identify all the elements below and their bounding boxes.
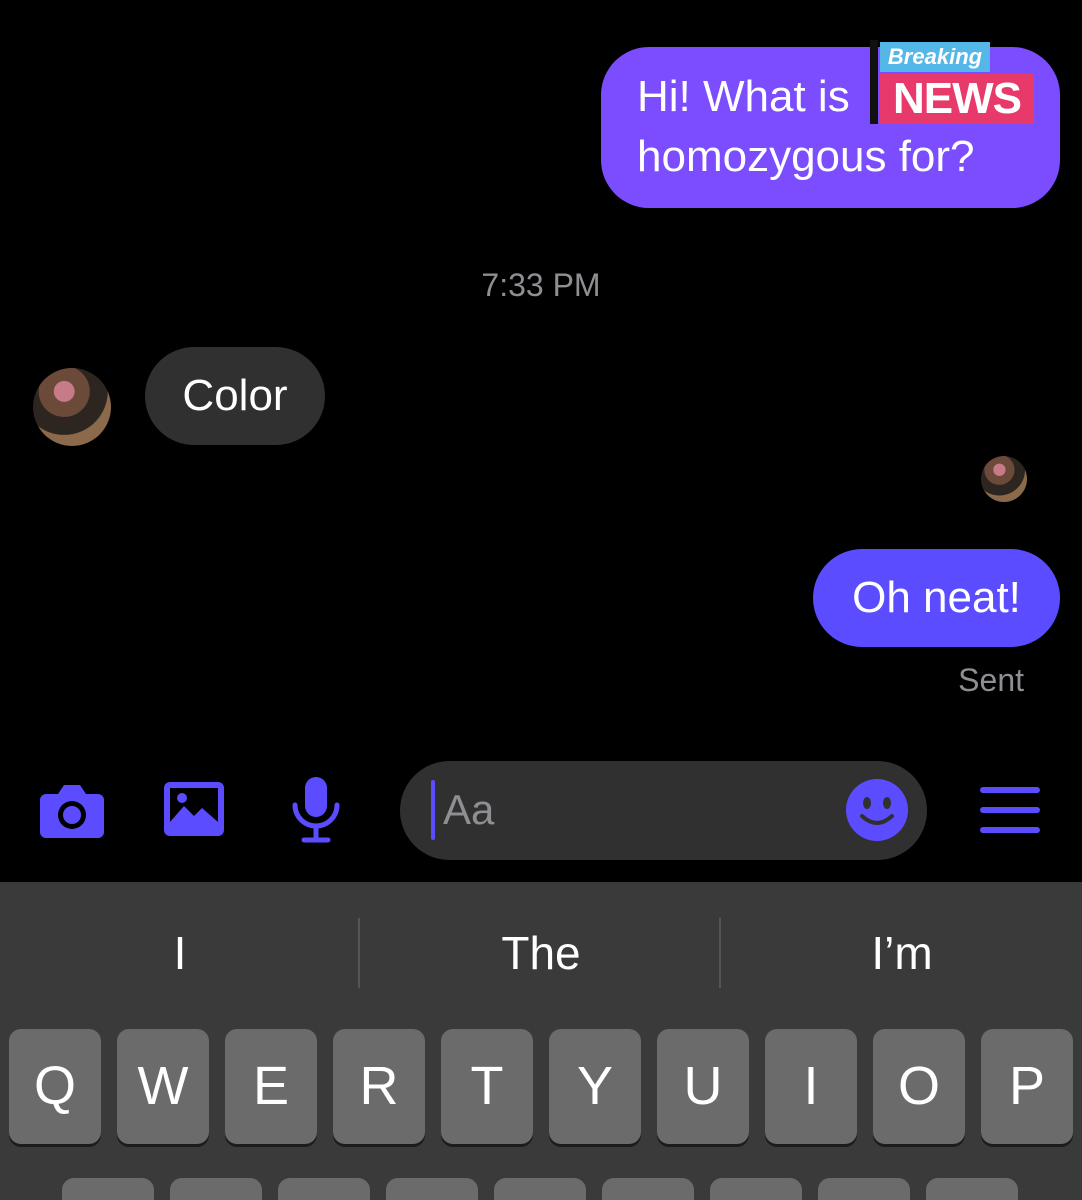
- suggestion-divider: [719, 918, 721, 988]
- seen-avatar: [981, 456, 1027, 502]
- key-p[interactable]: P: [981, 1029, 1073, 1144]
- message-timestamp: 7:33 PM: [481, 267, 601, 303]
- outgoing-message-bubble[interactable]: Oh neat!: [813, 549, 1060, 647]
- sticker-bar: [870, 40, 878, 124]
- message-status: Sent: [958, 662, 1024, 698]
- key-q[interactable]: Q: [9, 1029, 101, 1144]
- key-row-2[interactable]: [62, 1178, 154, 1200]
- emoji-icon[interactable]: [845, 778, 909, 842]
- key-row-2[interactable]: [926, 1178, 1018, 1200]
- microphone-icon[interactable]: [290, 775, 342, 845]
- key-row-2[interactable]: [710, 1178, 802, 1200]
- key-row-2[interactable]: [494, 1178, 586, 1200]
- incoming-message-bubble[interactable]: Color: [145, 347, 325, 445]
- key-i[interactable]: I: [765, 1029, 857, 1144]
- key-o[interactable]: O: [873, 1029, 965, 1144]
- key-e[interactable]: E: [225, 1029, 317, 1144]
- keyboard: I The I’m Q W E R T Y U I O P: [0, 882, 1082, 1200]
- key-w[interactable]: W: [117, 1029, 209, 1144]
- suggestion-item[interactable]: I: [0, 918, 360, 988]
- key-row-2[interactable]: [386, 1178, 478, 1200]
- contact-avatar[interactable]: [33, 368, 111, 446]
- message-input-placeholder: Aa: [443, 786, 495, 833]
- key-row-2[interactable]: [602, 1178, 694, 1200]
- key-u[interactable]: U: [657, 1029, 749, 1144]
- key-t[interactable]: T: [441, 1029, 533, 1144]
- photo-icon[interactable]: [162, 780, 226, 838]
- key-r[interactable]: R: [333, 1029, 425, 1144]
- key-row-2[interactable]: [818, 1178, 910, 1200]
- suggestion-bar: I The I’m: [0, 882, 1082, 1028]
- menu-icon[interactable]: [978, 785, 1042, 835]
- messenger-screen: Hi! What is homozygous for? Breaking NEW…: [0, 0, 1082, 1200]
- key-row-2[interactable]: [278, 1178, 370, 1200]
- sticker-news-label: NEWS: [880, 74, 1034, 124]
- key-y[interactable]: Y: [549, 1029, 641, 1144]
- suggestion-item[interactable]: The: [361, 918, 721, 988]
- sticker-breaking-label: Breaking: [880, 42, 990, 72]
- suggestion-divider: [358, 918, 360, 988]
- suggestion-item[interactable]: I’m: [722, 918, 1082, 988]
- camera-icon[interactable]: [38, 780, 106, 840]
- text-cursor: [431, 780, 435, 840]
- key-row-2[interactable]: [170, 1178, 262, 1200]
- breaking-news-sticker: Breaking NEWS: [870, 40, 1038, 126]
- message-line-2: homozygous for?: [637, 132, 975, 181]
